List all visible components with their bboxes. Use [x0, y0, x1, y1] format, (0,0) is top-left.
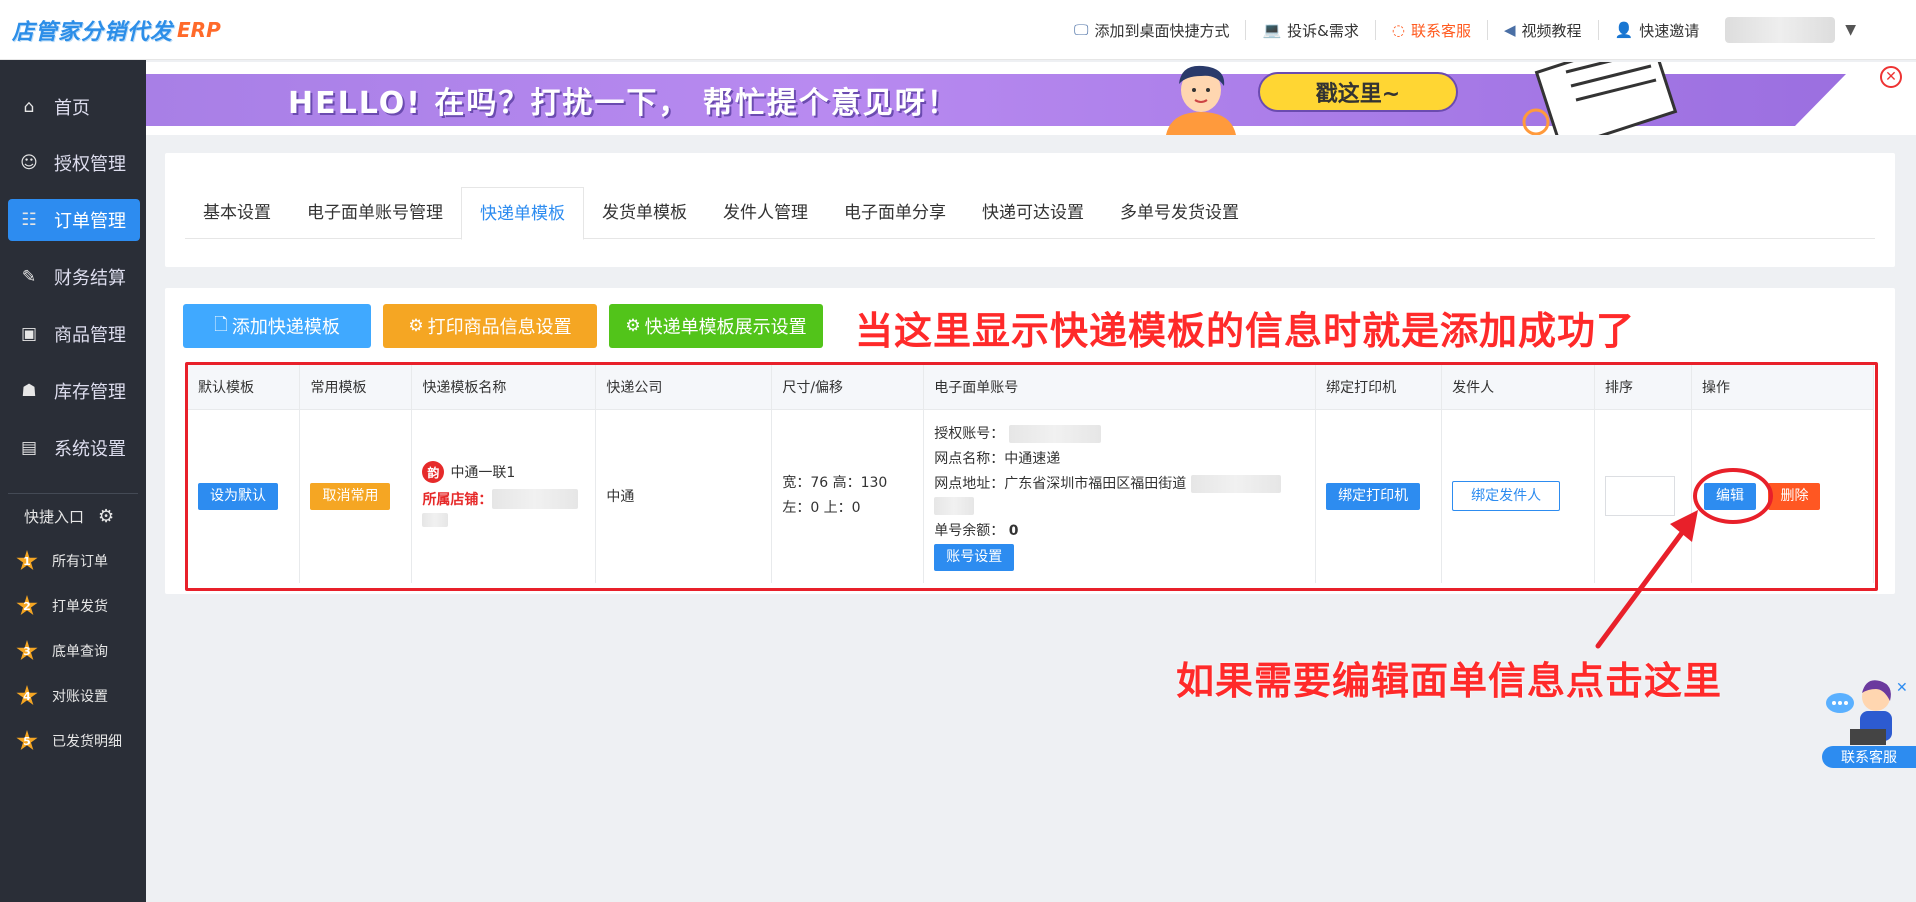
- settings-tabs: 基本设置 电子面单账号管理 快递单模板 发货单模板 发件人管理 电子面单分享 快…: [185, 187, 1875, 240]
- star-badge-icon: 3: [16, 640, 38, 661]
- add-template-button[interactable]: 🗋 添加快递模板: [183, 304, 371, 348]
- tab-express-reach[interactable]: 快递可达设置: [964, 187, 1102, 239]
- user-icon: 👤: [1614, 21, 1634, 39]
- banner-text: HELLO! 在吗？打扰一下， 帮忙提个意见呀！: [288, 86, 959, 121]
- annotation-arrow: [1595, 510, 1698, 649]
- play-icon: ◀: [1503, 21, 1516, 39]
- sidebar-divider: [8, 493, 138, 494]
- service-label[interactable]: 联系客服: [1822, 746, 1916, 768]
- sidebar-item-inventory[interactable]: ☗ 库存管理: [8, 370, 140, 412]
- sidebar-item-home[interactable]: ⌂ 首页: [8, 86, 140, 128]
- annotation-success: 当这里显示快递模板的信息时就是添加成功了: [855, 309, 1636, 353]
- video-tutorial-link[interactable]: ◀ 视频教程: [1488, 20, 1599, 40]
- star-badge-icon: 5: [16, 730, 38, 751]
- add-to-desktop-link[interactable]: 🖵 添加到桌面快捷方式: [1058, 20, 1247, 40]
- banner-close-icon[interactable]: ✕: [1880, 66, 1902, 88]
- top-links: 🖵 添加到桌面快捷方式 💻 投诉&需求 ◌ 联系客服 ◀ 视频教程 👤 快速邀请…: [1058, 0, 1856, 60]
- caret-down-icon[interactable]: ▼: [1845, 22, 1856, 38]
- tabs-card: 基本设置 电子面单账号管理 快递单模板 发货单模板 发件人管理 电子面单分享 快…: [165, 153, 1895, 267]
- user-account-blurred[interactable]: [1725, 17, 1836, 43]
- star-badge-icon: 4: [16, 685, 38, 706]
- finance-icon: ✎: [21, 267, 37, 287]
- quick-item-shipped-detail[interactable]: 5 已发货明细: [16, 730, 122, 752]
- gear-icon: ⚙: [625, 316, 641, 336]
- top-bar: 店管家分销代发 ERP 🖵 添加到桌面快捷方式 💻 投诉&需求 ◌ 联系客服 ◀…: [0, 0, 1916, 60]
- tab-sender-management[interactable]: 发件人管理: [705, 187, 826, 239]
- sidebar-item-goods[interactable]: ▣ 商品管理: [8, 313, 140, 355]
- action-buttons: 🗋 添加快递模板 ⚙ 打印商品信息设置 ⚙ 快递单模板展示设置: [183, 304, 835, 348]
- sidebar: ⌂ 首页 ☺ 授权管理 ☷ 订单管理 ✎ 财务结算 ▣ 商品管理 ☗ 库存管理 …: [0, 60, 146, 902]
- annotation-edit-hint: 如果需要编辑面单信息点击这里: [1176, 659, 1723, 703]
- warehouse-icon: ☗: [21, 381, 37, 401]
- contact-service-link[interactable]: ◌ 联系客服: [1376, 20, 1488, 40]
- quick-item-reconcile[interactable]: 4 对账设置: [16, 685, 108, 707]
- gear-icon: ⚙: [408, 316, 424, 336]
- tab-basic-settings[interactable]: 基本设置: [185, 187, 289, 239]
- quick-entry-title: 快捷入口 ⚙: [24, 506, 115, 527]
- banner-click-button[interactable]: 戳这里~: [1258, 72, 1458, 112]
- user-key-icon: ☺: [20, 153, 38, 173]
- gear-icon[interactable]: ⚙: [98, 506, 114, 527]
- tab-eform-share[interactable]: 电子面单分享: [826, 187, 964, 239]
- monitor-icon: 🖵: [1073, 21, 1089, 39]
- banner-decoration: [1522, 62, 1678, 135]
- print-goods-settings-button[interactable]: ⚙ 打印商品信息设置: [383, 304, 597, 348]
- template-display-settings-button[interactable]: ⚙ 快递单模板展示设置: [609, 304, 823, 348]
- logo-text: 店管家分销代发: [12, 20, 174, 45]
- app-logo[interactable]: 店管家分销代发 ERP: [12, 12, 221, 48]
- tab-multi-number[interactable]: 多单号发货设置: [1102, 187, 1257, 239]
- sidebar-item-auth[interactable]: ☺ 授权管理: [8, 142, 140, 184]
- quick-item-print-ship[interactable]: 2 打单发货: [16, 595, 108, 617]
- logo-erp: ERP: [177, 18, 221, 42]
- quick-invite-link[interactable]: 👤 快速邀请: [1599, 20, 1716, 40]
- feedback-icon: 💻: [1262, 21, 1282, 39]
- star-badge-icon: 1: [16, 550, 38, 571]
- headset-icon: ◌: [1391, 21, 1405, 39]
- sidebar-item-settings[interactable]: ▤ 系统设置: [8, 427, 140, 469]
- cartoon-person-illustration: [1166, 65, 1236, 135]
- feedback-link[interactable]: 💻 投诉&需求: [1246, 20, 1376, 40]
- feedback-banner[interactable]: HELLO! 在吗？打扰一下， 帮忙提个意见呀！ 戳这里~ ✕: [146, 62, 1916, 135]
- quick-item-all-orders[interactable]: 1 所有订单: [16, 550, 108, 572]
- tab-delivery-template[interactable]: 发货单模板: [584, 187, 705, 239]
- tab-express-template[interactable]: 快递单模板: [461, 187, 584, 240]
- add-file-icon: 🗋: [214, 314, 228, 335]
- tab-eform-accounts[interactable]: 电子面单账号管理: [289, 187, 461, 239]
- sidebar-item-orders[interactable]: ☷ 订单管理: [8, 199, 140, 241]
- order-icon: ☷: [21, 210, 37, 230]
- service-close-icon[interactable]: ✕: [1896, 680, 1908, 696]
- home-icon: ⌂: [23, 97, 35, 117]
- star-badge-icon: 2: [16, 595, 38, 616]
- quick-item-slip-query[interactable]: 3 底单查询: [16, 640, 108, 662]
- sidebar-item-finance[interactable]: ✎ 财务结算: [8, 256, 140, 298]
- settings-icon: ▤: [20, 438, 38, 458]
- goods-icon: ▣: [20, 324, 38, 344]
